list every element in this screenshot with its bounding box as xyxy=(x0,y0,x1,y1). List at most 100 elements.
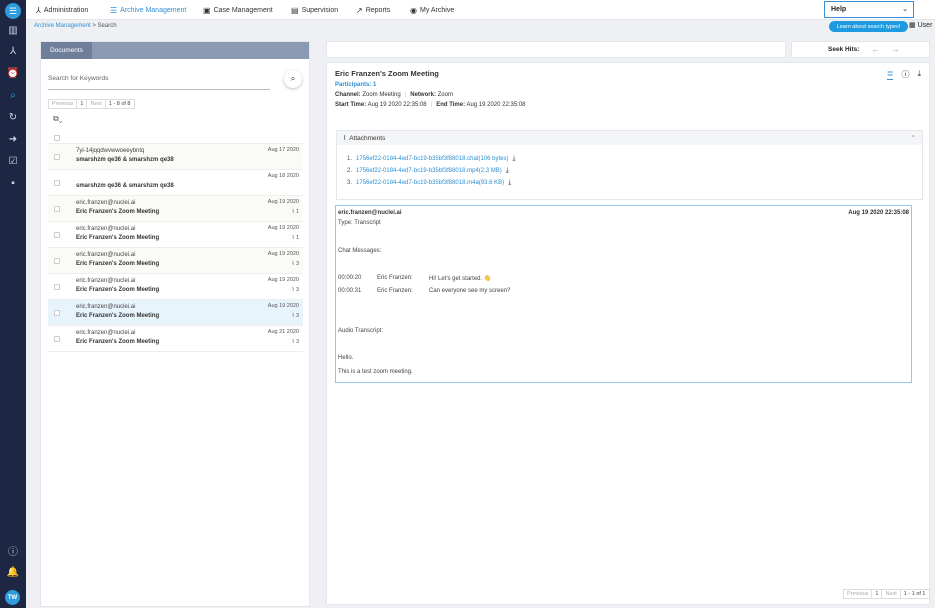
chat-text: Hi! Let's get started. 👋 xyxy=(429,276,492,282)
hierarchy-icon[interactable]: ⅄ xyxy=(6,44,20,58)
info-icon[interactable]: ⓘ xyxy=(901,69,909,80)
attachment-number: 2. xyxy=(347,168,353,174)
row-from: eric.franzen@nuclei.ai xyxy=(76,278,136,284)
download-icon[interactable]: ⤓ xyxy=(917,69,921,80)
hierarchy-icon: ⅄ xyxy=(36,5,41,15)
participants-link[interactable]: Participants: 1 xyxy=(335,82,376,88)
info-icon[interactable]: ⓘ xyxy=(6,543,20,558)
history-icon[interactable]: ↻ xyxy=(6,110,20,124)
help-dropdown[interactable]: Help ⌄ xyxy=(824,1,914,18)
attachments-header[interactable]: ⌇ Attachments ⌃ xyxy=(337,131,922,145)
list-item[interactable]: eric.franzen@nuclei.ai Eric Franzen's Zo… xyxy=(48,248,303,274)
end-value: Aug 19 2020 22:35:08 xyxy=(466,102,526,108)
list-view-icon[interactable]: ≣ xyxy=(886,69,894,80)
attachment-link[interactable]: 1756ef22-0184-4ed7-bc19-b35bf3f88018.m4a… xyxy=(356,180,504,186)
menu-icon[interactable]: ☰ xyxy=(5,3,21,19)
time-line: Start Time: Aug 19 2020 22:35:08 | End Tim… xyxy=(335,102,526,108)
tab-case-management[interactable]: ▣ Case Management xyxy=(203,0,273,20)
channel-label: Channel: xyxy=(335,92,361,98)
tab-reports[interactable]: ↗ Reports xyxy=(356,0,390,20)
tab-supervision[interactable]: ▤ Supervision xyxy=(291,0,338,20)
tab-archive-management[interactable]: ☰ Archive Management xyxy=(110,0,186,20)
download-icon[interactable]: ⤓ xyxy=(512,155,515,163)
message-content: eric.franzen@nuclei.ai Aug 19 2020 22:35… xyxy=(335,205,912,383)
breadcrumb: Archive Management > Search xyxy=(34,23,117,29)
pager-page[interactable]: 1 xyxy=(77,100,88,108)
chevron-down-icon: ⌄ xyxy=(58,114,63,123)
row-checkbox[interactable] xyxy=(54,180,60,186)
row-checkbox[interactable] xyxy=(54,258,60,264)
bell-icon[interactable]: 🔔 xyxy=(6,565,20,579)
channel-value: Zoom Meeting xyxy=(362,92,401,98)
search-icon[interactable]: ⌕ xyxy=(6,88,20,102)
search-input[interactable]: Search for Keywords xyxy=(48,72,270,90)
pager-range: 1 - 8 of 8 xyxy=(108,101,131,107)
list-item[interactable]: 7yi-14jqqdwvwwoeeybntq smarshzm qe36 & s… xyxy=(48,144,303,170)
pager-next[interactable]: Next xyxy=(87,100,106,108)
attachment-number: 1. xyxy=(347,156,353,162)
detail-panel: Eric Franzen's Zoom Meeting Participants… xyxy=(326,62,930,605)
list-item-selected[interactable]: eric.franzen@nuclei.ai Eric Franzen's Zo… xyxy=(48,300,303,326)
breadcrumb-archive-link[interactable]: Archive Management xyxy=(34,23,91,29)
row-checkbox[interactable] xyxy=(54,232,60,238)
avatar[interactable]: TW xyxy=(5,590,20,605)
detail-title: Eric Franzen's Zoom Meeting xyxy=(335,69,439,78)
tab-documents[interactable]: Documents xyxy=(41,42,92,59)
export-dropdown[interactable]: ⧉⌄ xyxy=(53,114,63,124)
download-icon[interactable]: ⤓ xyxy=(508,179,511,187)
list-item[interactable]: eric.franzen@nuclei.ai Eric Franzen's Zo… xyxy=(48,274,303,300)
paperclip-icon: ⌇ xyxy=(291,261,295,267)
chat-text: Can everyone see my screen? xyxy=(429,288,511,294)
row-checkbox[interactable] xyxy=(54,206,60,212)
row-checkbox[interactable] xyxy=(54,310,60,316)
download-icon[interactable]: ⤓ xyxy=(506,167,509,175)
tab-my-archive[interactable]: ◉ My Archive xyxy=(410,0,454,20)
pager-previous[interactable]: Previous xyxy=(49,100,78,108)
list-item[interactable]: eric.franzen@nuclei.ai Eric Franzen's Zo… xyxy=(48,196,303,222)
user-icon: ▦ xyxy=(909,22,916,29)
row-checkbox[interactable] xyxy=(54,284,60,290)
review-icon[interactable]: ☑ xyxy=(6,154,20,168)
row-from: eric.franzen@nuclei.ai xyxy=(76,252,136,258)
attachment-link[interactable]: 1756ef22-0184-4ed7-bc19-b35bf3f88018.cha… xyxy=(356,156,508,162)
list-icon: ☰ xyxy=(110,5,118,15)
row-checkbox[interactable] xyxy=(54,336,60,342)
end-label: End Time: xyxy=(436,102,466,108)
feedback-icon[interactable]: ▪ xyxy=(6,176,20,190)
list-item[interactable]: eric.franzen@nuclei.ai Eric Franzen's Zo… xyxy=(48,222,303,248)
row-date: Aug 21 2020 xyxy=(267,329,299,335)
attachments-section: ⌇ Attachments ⌃ 1. 1756ef22-0184-4ed7-bc… xyxy=(336,130,923,200)
top-nav: ⅄ Administration ☰ Archive Management ▣ … xyxy=(26,0,935,20)
attachment-count: 1 xyxy=(295,235,299,241)
dashboard-icon[interactable]: ▥ xyxy=(6,23,20,37)
search-icon: ⌕ xyxy=(290,74,296,83)
list-item[interactable]: smarshzm qe36 & smarshzm qe38 Aug 18 202… xyxy=(48,170,303,196)
attachment-link[interactable]: 1756ef22-0184-4ed7-bc19-b35bf3f88018.mp4… xyxy=(356,168,502,174)
row-attachments: ⌇ 3 xyxy=(292,313,299,319)
user-label: User xyxy=(917,21,933,29)
export-icon[interactable]: ➜ xyxy=(6,132,20,146)
tab-administration[interactable]: ⅄ Administration xyxy=(36,0,88,20)
row-subject: Eric Franzen's Zoom Meeting xyxy=(76,339,160,345)
documents-tabbar: Documents xyxy=(41,42,309,59)
pager-previous[interactable]: Previous xyxy=(844,590,873,598)
alarm-icon[interactable]: ⏰ xyxy=(6,66,20,80)
pager-page[interactable]: 1 xyxy=(872,590,883,598)
chat-sender: Eric Franzen: xyxy=(377,288,413,294)
message-sender: eric.franzen@nuclei.ai xyxy=(338,210,402,216)
user-menu[interactable]: ▦ User xyxy=(909,21,933,30)
help-tip-button[interactable]: Learn about search types! xyxy=(829,21,908,32)
attachment-count: 3 xyxy=(295,287,299,293)
row-checkbox[interactable] xyxy=(54,154,60,160)
search-button[interactable]: ⌕ xyxy=(284,70,302,88)
arrow-left-icon[interactable]: ← xyxy=(871,45,879,54)
detail-pager: Previous 1 Next 1 - 1 of 1 xyxy=(843,589,930,599)
pager-next[interactable]: Next xyxy=(882,590,901,598)
list-item[interactable]: eric.franzen@nuclei.ai Eric Franzen's Zo… xyxy=(48,326,303,352)
start-value: Aug 19 2020 22:35:08 xyxy=(367,102,427,108)
arrow-right-icon[interactable]: → xyxy=(891,45,899,54)
row-from: eric.franzen@nuclei.ai xyxy=(76,200,136,206)
select-all-checkbox[interactable] xyxy=(54,135,60,141)
message-type: Type: Transcript xyxy=(338,220,381,226)
tab-label: Administration xyxy=(43,6,89,14)
